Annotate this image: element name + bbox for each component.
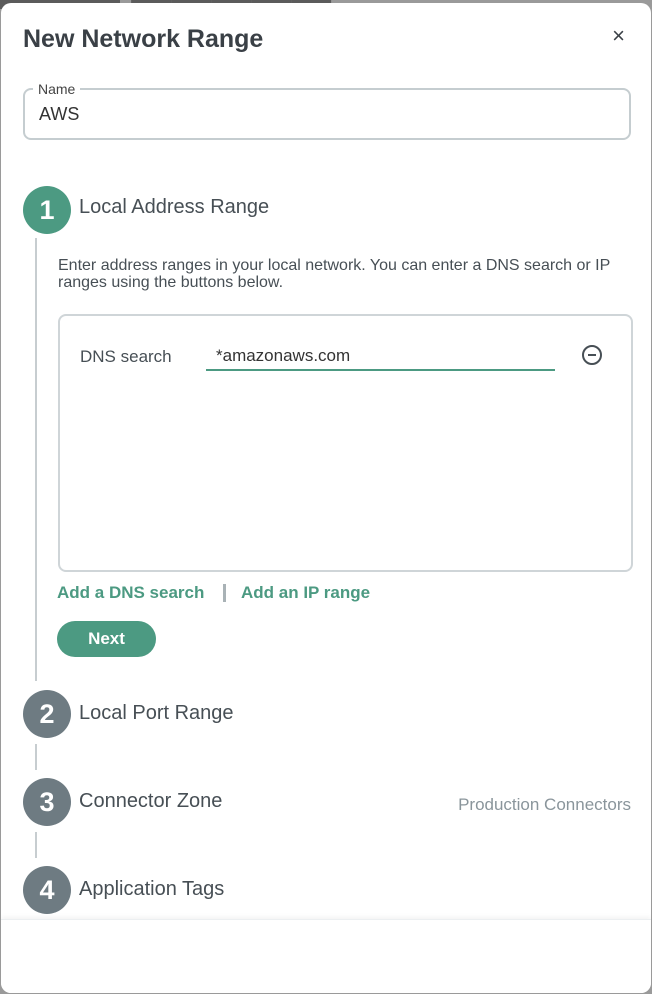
next-button[interactable]: Next bbox=[57, 621, 156, 657]
add-dns-search-link[interactable]: Add a DNS search bbox=[57, 583, 204, 603]
step-3-label[interactable]: Connector Zone bbox=[79, 790, 222, 813]
step-4-number-badge: 4 bbox=[23, 866, 71, 914]
name-field-label: Name bbox=[33, 81, 81, 97]
step-1-number-badge: 1 bbox=[23, 186, 71, 234]
step-connector-line bbox=[35, 744, 37, 770]
minus-circle-icon[interactable] bbox=[582, 345, 602, 365]
link-separator bbox=[223, 584, 226, 602]
name-field-value[interactable]: AWS bbox=[39, 104, 79, 125]
step-4-label[interactable]: Application Tags bbox=[79, 878, 224, 901]
step-3-number-badge: 3 bbox=[23, 778, 71, 826]
dns-search-value[interactable]: *amazonaws.com bbox=[216, 346, 350, 366]
address-range-description: Enter address ranges in your local netwo… bbox=[58, 257, 611, 291]
step-2-label[interactable]: Local Port Range bbox=[79, 702, 234, 725]
new-network-range-dialog: New Network Range × Name AWS 1 Local Add… bbox=[1, 3, 651, 993]
dns-search-label: DNS search bbox=[80, 347, 172, 366]
add-ip-range-link[interactable]: Add an IP range bbox=[241, 583, 370, 603]
step-1-label[interactable]: Local Address Range bbox=[79, 196, 269, 219]
dialog-title: New Network Range bbox=[23, 25, 264, 53]
dialog-footer bbox=[1, 919, 651, 993]
step-2-number-badge: 2 bbox=[23, 690, 71, 738]
step-connector-line bbox=[35, 238, 37, 681]
close-icon[interactable]: × bbox=[612, 25, 625, 47]
dns-search-input[interactable]: *amazonaws.com bbox=[206, 343, 555, 371]
address-entries-box: DNS search *amazonaws.com bbox=[58, 314, 633, 572]
connector-zone-value: Production Connectors bbox=[458, 795, 631, 814]
name-field[interactable]: Name AWS bbox=[23, 81, 631, 140]
step-connector-line bbox=[35, 832, 37, 858]
